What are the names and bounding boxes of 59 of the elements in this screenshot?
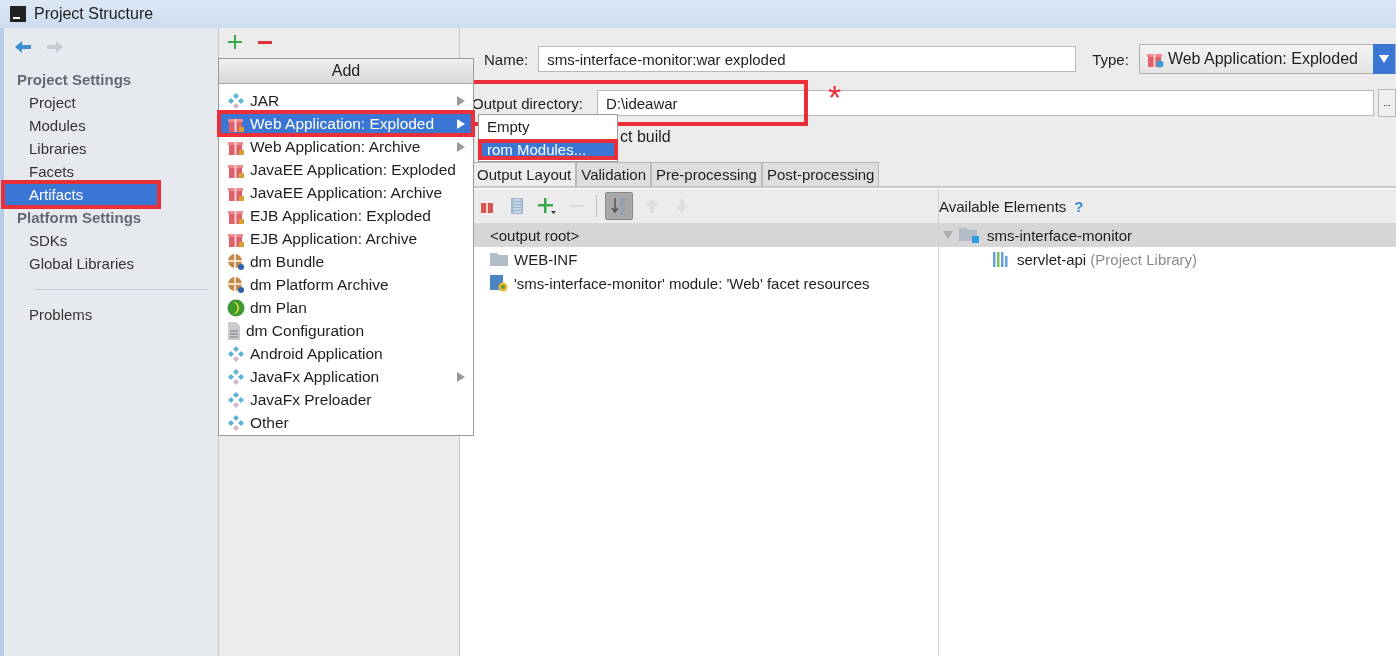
sidebar-item[interactable]: Global Libraries [4, 252, 218, 275]
sidebar-item[interactable]: Modules [4, 114, 218, 137]
menu-item[interactable]: JavaFx Preloader [219, 388, 473, 411]
menu-item[interactable]: JavaEE Application: Archive [219, 181, 473, 204]
section-heading: Platform Settings [16, 208, 143, 228]
menu-title: Add [219, 59, 473, 84]
checkbox-label[interactable]: ct build [620, 128, 671, 146]
tree-row[interactable]: servlet-api (Project Library) [939, 247, 1396, 271]
menu-item[interactable]: rom Modules... [479, 140, 617, 159]
sidebar-item[interactable]: Artifacts [4, 183, 158, 206]
module-icon [490, 274, 508, 292]
menu-item[interactable]: Empty [479, 117, 617, 136]
expand-icon[interactable] [943, 230, 953, 240]
sidebar-item[interactable]: Problems [4, 303, 218, 326]
menu-item[interactable]: Android Application [219, 342, 473, 365]
dropdown-arrow-icon[interactable] [1379, 55, 1389, 63]
menu-item[interactable]: JAR [219, 89, 473, 112]
diamond-icon [227, 92, 245, 109]
document-icon [227, 321, 241, 340]
name-label: Name: [484, 50, 529, 68]
sidebar-item[interactable]: Project [4, 91, 218, 114]
menu-item[interactable]: dm Plan [219, 296, 473, 319]
add-icon[interactable] [227, 34, 243, 50]
menu-item[interactable]: JavaEE Application: Exploded [219, 158, 473, 181]
sidebar-item[interactable]: SDKs [4, 229, 218, 252]
bundle-icon [227, 252, 245, 271]
menu-item[interactable]: dm Configuration [219, 319, 473, 342]
name-field[interactable]: sms-interface-monitor:war exploded [538, 46, 1077, 72]
section-heading: Project Settings [16, 70, 133, 90]
sidebar-item[interactable]: Libraries [4, 137, 218, 160]
browse-button[interactable]: ... [1378, 89, 1396, 117]
tab[interactable]: Post-processing [761, 162, 880, 186]
sidebar-item[interactable]: Facets [4, 160, 218, 183]
tab[interactable]: Validation [576, 162, 651, 186]
output-directory-label: Output directory: [472, 94, 583, 112]
diamond-icon [227, 345, 245, 362]
panel-heading: Available Elements [939, 197, 1067, 215]
app-icon [10, 6, 26, 22]
folder-icon [959, 227, 981, 243]
menu-item[interactable]: Web Application: Archive [219, 135, 473, 158]
window-title: Project Structure [34, 5, 154, 23]
diamond-icon [227, 368, 245, 385]
back-icon[interactable] [14, 40, 32, 54]
menu-item[interactable]: Web Application: Exploded [219, 112, 473, 135]
menu-item[interactable]: Other [219, 411, 473, 434]
tree-row[interactable]: sms-interface-monitor [939, 223, 1396, 247]
tab[interactable]: Output Layout [472, 162, 577, 186]
diamond-icon [227, 414, 245, 431]
folder-icon [490, 252, 508, 266]
plan-icon [227, 298, 245, 317]
forward-icon[interactable] [46, 40, 64, 54]
menu-item[interactable]: JavaFx Application [219, 365, 473, 388]
bundle-icon [227, 275, 245, 294]
tab[interactable]: Pre-processing [651, 162, 762, 186]
type-dropdown[interactable]: Web Application: Exploded [1138, 44, 1396, 74]
library-icon [993, 251, 1011, 267]
sort-icon[interactable] [605, 192, 633, 220]
diamond-icon [227, 391, 245, 408]
type-label: Type: [1092, 50, 1129, 68]
